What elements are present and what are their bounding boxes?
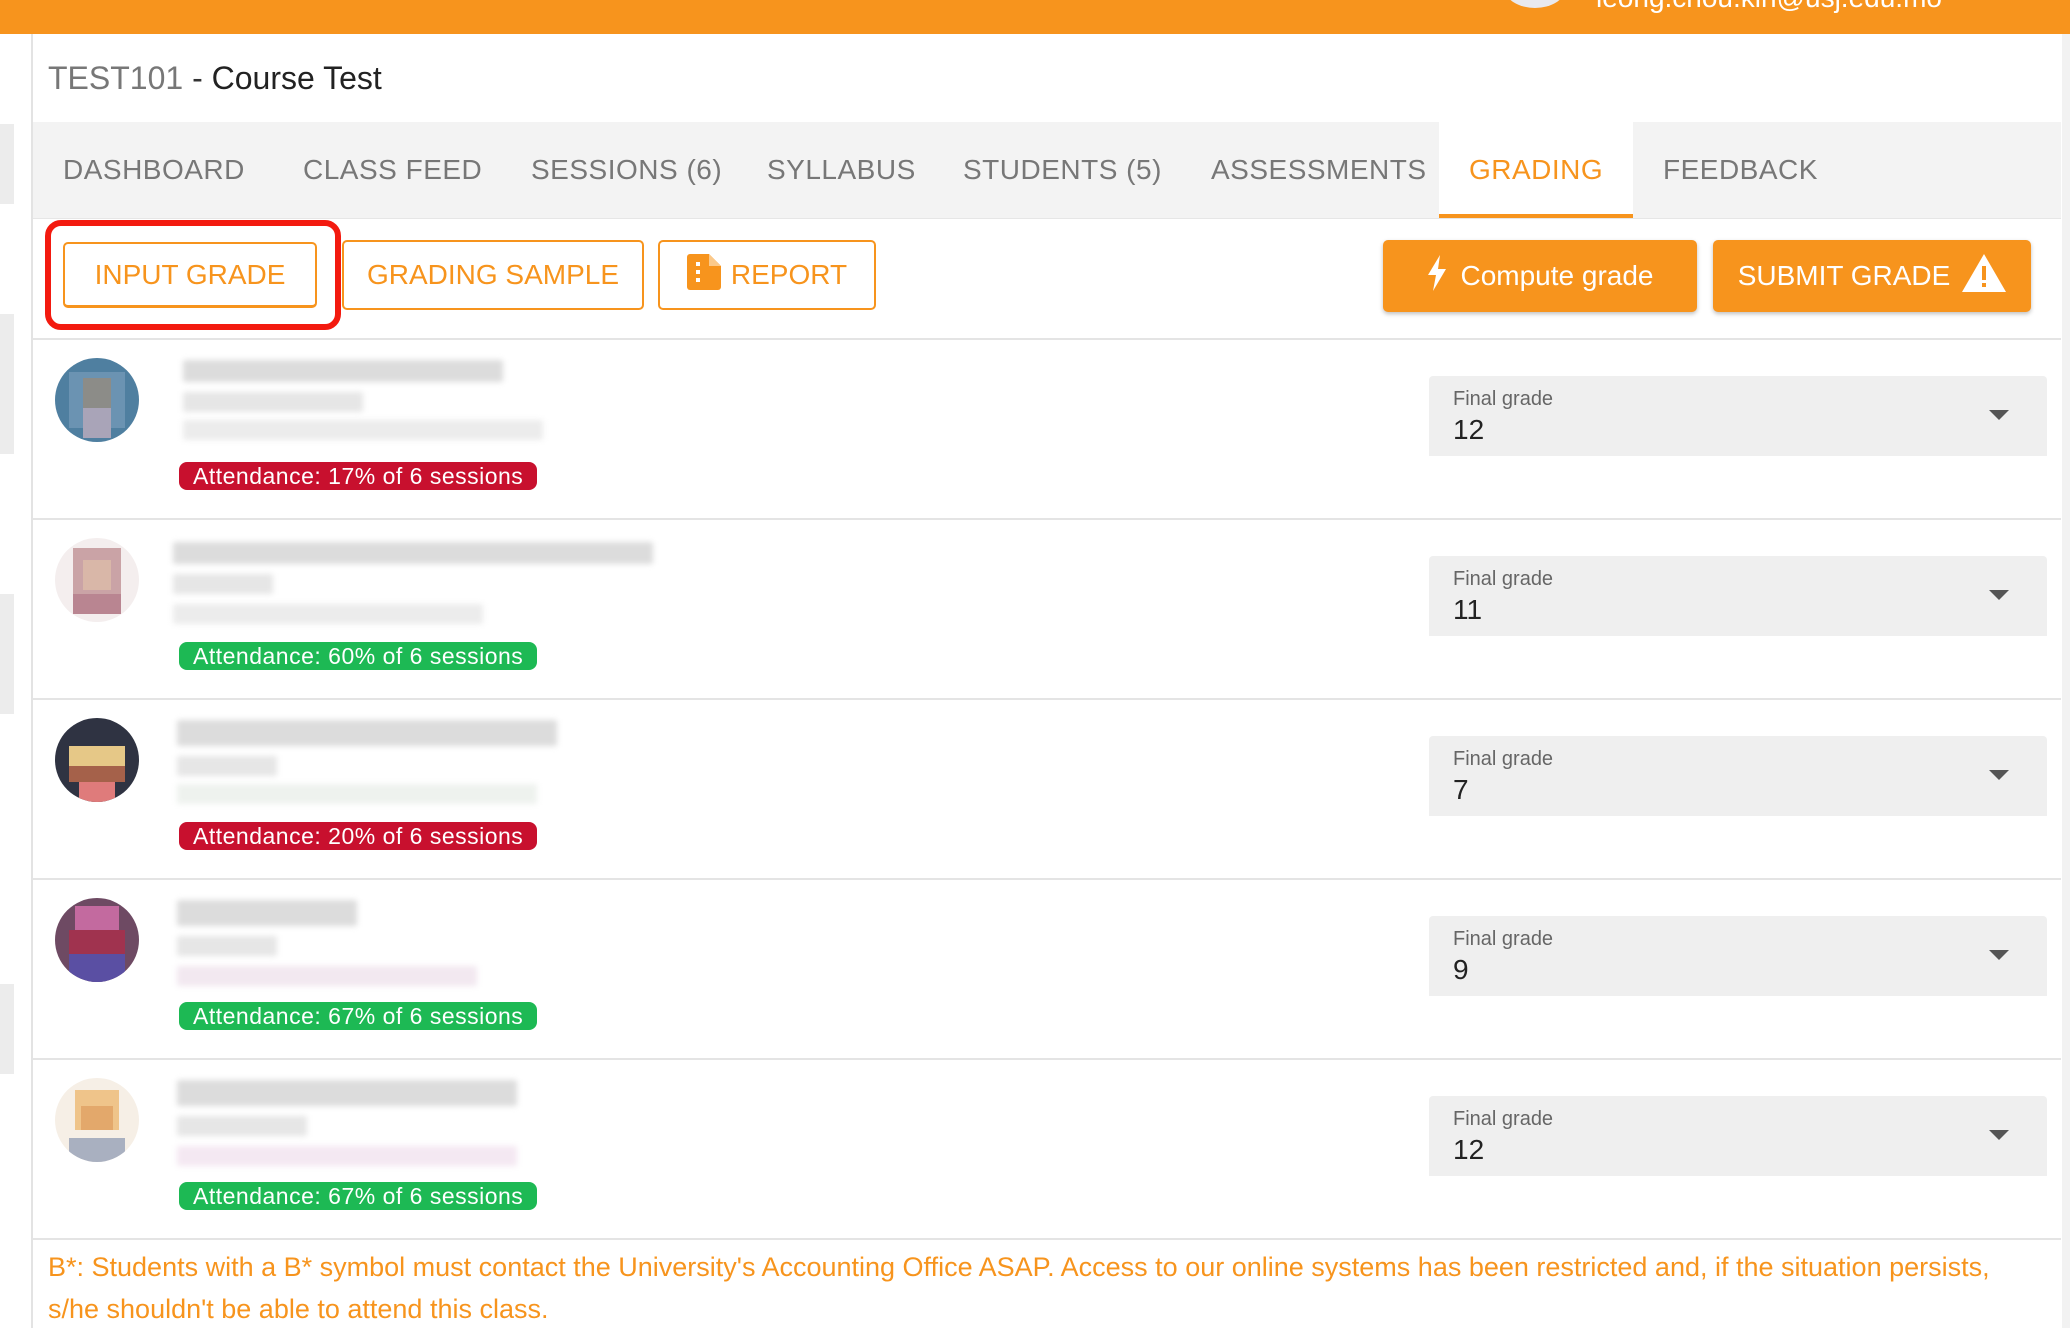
warning-triangle-icon	[1962, 253, 2007, 299]
submit-grade-label: SUBMIT GRADE	[1737, 260, 1951, 291]
final-grade-select[interactable]: Final grade 12	[1429, 1096, 2047, 1176]
final-grade-value: 7	[1453, 774, 1469, 805]
tab-dashboard[interactable]: DASHBOARD	[33, 122, 275, 218]
tab-assessments[interactable]: ASSESSMENTS	[1181, 122, 1457, 218]
redacted-id	[183, 392, 363, 412]
page-title: TEST101 - Course Test	[48, 60, 382, 97]
student-row: Attendance: 17% of 6 sessions Final grad…	[33, 338, 2061, 520]
tab-class-feed[interactable]: CLASS FEED	[273, 122, 512, 218]
course-tabs: DASHBOARD CLASS FEED SESSIONS (6) SYLLAB…	[33, 122, 2061, 219]
report-button[interactable]: REPORT	[658, 240, 876, 310]
tab-syllabus[interactable]: SYLLABUS	[737, 122, 946, 218]
final-grade-value: 9	[1453, 954, 1469, 985]
tab-feedback[interactable]: FEEDBACK	[1633, 122, 1848, 218]
student-row: Attendance: 67% of 6 sessions Final grad…	[33, 880, 2061, 1060]
input-grade-button[interactable]: INPUT GRADE	[63, 242, 317, 308]
final-grade-label: Final grade	[1453, 1108, 1554, 1130]
redacted-name	[177, 1080, 517, 1106]
sidebar-fragment	[0, 314, 14, 454]
report-label: REPORT	[730, 259, 848, 290]
user-avatar[interactable]	[1505, 0, 1565, 8]
lightning-bolt-icon	[1426, 254, 1448, 298]
document-icon	[686, 253, 721, 297]
final-grade-value: 12	[1453, 414, 1485, 445]
student-avatar	[55, 898, 139, 982]
redacted-email	[177, 784, 537, 804]
redacted-email	[177, 966, 477, 986]
caret-down-icon	[1989, 590, 2009, 600]
caret-down-icon	[1989, 950, 2009, 960]
left-sidebar-edge	[0, 34, 33, 1328]
final-grade-select[interactable]: Final grade 11	[1429, 556, 2047, 636]
redacted-id	[177, 1116, 307, 1136]
final-grade-label: Final grade	[1453, 568, 1554, 590]
final-grade-select[interactable]: Final grade 7	[1429, 736, 2047, 816]
attendance-badge: Attendance: 67% of 6 sessions	[179, 1002, 538, 1030]
input-grade-label: INPUT GRADE	[94, 258, 286, 290]
redacted-id	[177, 936, 277, 956]
final-grade-select[interactable]: Final grade 12	[1429, 376, 2047, 456]
scrollbar-track[interactable]	[2062, 34, 2070, 1328]
student-avatar	[55, 538, 139, 622]
redacted-id	[177, 756, 277, 776]
student-avatar	[55, 1078, 139, 1162]
compute-grade-button[interactable]: Compute grade	[1383, 240, 1697, 312]
course-name: Course Test	[211, 60, 382, 96]
redacted-name	[173, 542, 653, 564]
redacted-email	[177, 1146, 517, 1166]
grading-sample-label: GRADING SAMPLE	[366, 259, 620, 290]
top-header-bar: leong.chou.kin@usj.edu.mo	[0, 0, 2070, 34]
student-grade-list: Attendance: 17% of 6 sessions Final grad…	[33, 338, 2061, 1240]
course-main-panel: TEST101 - Course Test DASHBOARD CLASS FE…	[33, 34, 2061, 1328]
redacted-id	[173, 574, 273, 594]
final-grade-value: 12	[1453, 1134, 1485, 1165]
redacted-email	[173, 604, 483, 624]
final-grade-label: Final grade	[1453, 928, 1554, 950]
attendance-badge: Attendance: 20% of 6 sessions	[179, 822, 538, 850]
student-row: Attendance: 20% of 6 sessions Final grad…	[33, 700, 2061, 880]
attendance-badge: Attendance: 17% of 6 sessions	[179, 462, 538, 490]
sidebar-fragment	[0, 594, 14, 714]
tab-sessions[interactable]: SESSIONS (6)	[501, 122, 752, 218]
course-code: TEST101	[48, 60, 184, 96]
attendance-badge: Attendance: 67% of 6 sessions	[179, 1182, 538, 1210]
student-row: Attendance: 60% of 6 sessions Final grad…	[33, 520, 2061, 700]
final-grade-value: 11	[1453, 594, 1483, 625]
compute-grade-label: Compute grade	[1460, 260, 1654, 291]
student-row: Attendance: 67% of 6 sessions Final grad…	[33, 1060, 2061, 1240]
final-grade-label: Final grade	[1453, 748, 1554, 770]
user-email[interactable]: leong.chou.kin@usj.edu.mo	[1596, 0, 1942, 14]
redacted-name	[177, 900, 357, 926]
final-grade-select[interactable]: Final grade 9	[1429, 916, 2047, 996]
final-grade-label: Final grade	[1453, 388, 1554, 410]
sidebar-fragment	[0, 124, 14, 204]
tab-grading[interactable]: GRADING	[1439, 122, 1633, 218]
b-star-footnote: B*: Students with a B* symbol must conta…	[48, 1252, 1990, 1324]
attendance-badge: Attendance: 60% of 6 sessions	[179, 642, 538, 670]
caret-down-icon	[1989, 1130, 2009, 1140]
caret-down-icon	[1989, 770, 2009, 780]
title-separator: -	[183, 60, 212, 96]
student-avatar	[55, 718, 139, 802]
submit-grade-button[interactable]: SUBMIT GRADE	[1713, 240, 2031, 312]
student-avatar	[55, 358, 139, 442]
grading-sample-button[interactable]: GRADING SAMPLE	[342, 240, 644, 310]
redacted-email	[183, 420, 543, 440]
redacted-name	[177, 720, 557, 746]
redacted-name	[183, 360, 503, 382]
tab-students[interactable]: STUDENTS (5)	[933, 122, 1192, 218]
caret-down-icon	[1989, 410, 2009, 420]
sidebar-fragment	[0, 984, 14, 1074]
